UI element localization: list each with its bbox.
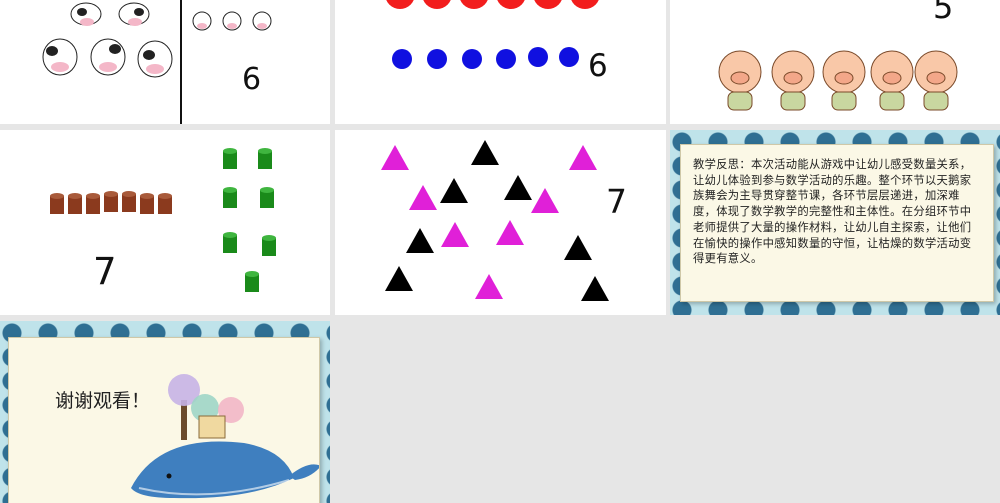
count-number: 7 [606, 182, 627, 221]
red-dot-row [386, 0, 599, 9]
cow-icon [42, 38, 78, 76]
treehouse-icon [168, 374, 244, 440]
brown-cylinder-row [50, 191, 172, 214]
count-number: 6 [242, 62, 262, 97]
pink-triangles [381, 145, 597, 299]
reflection-text: 教学反思：本次活动能从游戏中让幼儿感受数量关系，让幼儿体验到参与数学活动的乐趣。… [693, 158, 972, 266]
cow-icon [137, 40, 173, 78]
count-number: 6 [588, 48, 608, 84]
whale-illustration [131, 374, 319, 499]
whale-icon [131, 441, 319, 499]
thanks-card: 谢谢观看！ [8, 337, 320, 503]
count-number: 5 [933, 0, 954, 26]
cylinder-group-illustration [50, 148, 276, 292]
cow-icon [118, 2, 150, 26]
cow-icon [222, 11, 242, 31]
slide-thumbnail-triangles[interactable]: 7 [335, 130, 666, 315]
dot-group-illustration [386, 0, 599, 69]
pig-icon [771, 50, 815, 111]
pig-icon [870, 50, 914, 111]
pig-icon [914, 50, 958, 111]
cow-icon [70, 2, 102, 26]
count-number: 7 [93, 250, 117, 293]
pig-icon [718, 50, 762, 111]
cow-icon [90, 38, 126, 76]
slide-thumbnail-cylinders[interactable]: 7 [0, 130, 330, 315]
reflection-card: 教学反思：本次活动能从游戏中让幼儿感受数量关系，让幼儿体验到参与数学活动的乐趣。… [680, 144, 994, 302]
slide-thumbnail-thanks[interactable]: 谢谢观看！ [0, 321, 330, 503]
slide-thumbnail-pigs[interactable]: 5 [670, 0, 1000, 124]
slide-thumbnail-reflection[interactable]: 教学反思：本次活动能从游戏中让幼儿感受数量关系，让幼儿体验到参与数学活动的乐趣。… [670, 130, 1000, 315]
slide-thumbnail-dots[interactable]: 6 [335, 0, 666, 124]
blue-dot-row [392, 47, 579, 69]
pig-icon [822, 50, 866, 111]
green-cylinder-group [223, 148, 276, 292]
cow-group-illustration [42, 0, 272, 124]
slide-thumbnail-cows[interactable]: 6 [0, 0, 330, 124]
cow-icon [192, 11, 212, 31]
triangle-group-illustration [381, 140, 609, 301]
cow-icon [252, 11, 272, 31]
